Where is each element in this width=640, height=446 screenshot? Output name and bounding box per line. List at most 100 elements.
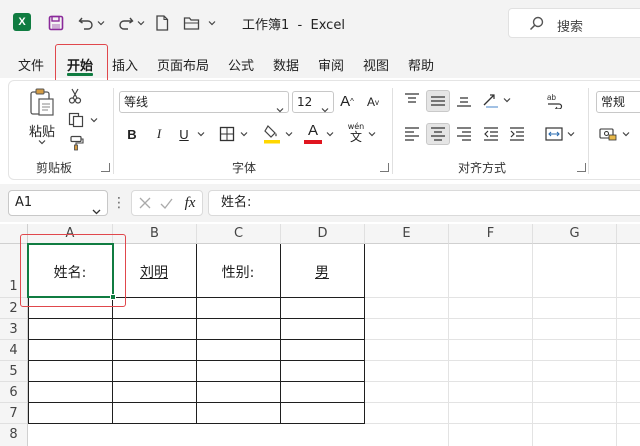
number-format-select[interactable]: 常规 [596, 91, 640, 113]
undo-dropdown-chevron-icon[interactable] [96, 12, 106, 34]
copy-chevron-icon[interactable] [89, 116, 99, 124]
tab-page-layout[interactable]: 页面布局 [157, 55, 209, 74]
table-border [28, 381, 365, 382]
table-border [364, 244, 365, 424]
column-header-e[interactable]: E [365, 224, 449, 244]
tab-view[interactable]: 视图 [363, 55, 389, 74]
merge-center-icon[interactable] [543, 124, 565, 144]
borders-icon[interactable] [217, 124, 237, 144]
open-folder-icon[interactable] [182, 12, 202, 34]
column-header-f[interactable]: F [449, 224, 533, 244]
wrap-text-icon[interactable]: ab [545, 89, 565, 111]
gridline [532, 244, 533, 446]
name-box-value: A1 [15, 195, 33, 210]
font-color-button[interactable]: A [303, 121, 323, 145]
orientation-icon[interactable] [481, 89, 501, 111]
formula-input[interactable]: 姓名: [208, 190, 640, 216]
customize-toolbar-chevron-icon[interactable] [205, 12, 219, 34]
ribbon-separator [113, 88, 114, 174]
window-title: 工作簿1 - Excel [242, 18, 345, 33]
insert-function-button[interactable]: fx [180, 194, 200, 212]
cell-b1[interactable]: 刘明 [112, 262, 196, 282]
tab-file[interactable]: 文件 [18, 55, 44, 74]
save-icon[interactable] [46, 12, 66, 34]
cancel-icon[interactable] [138, 196, 152, 210]
increase-indent-icon[interactable] [506, 124, 528, 144]
tab-review[interactable]: 审阅 [318, 55, 344, 74]
formula-bar-grip-icon: ⋮ [112, 195, 126, 211]
cell-d1[interactable]: 男 [280, 262, 364, 282]
table-border [28, 423, 365, 424]
copy-icon[interactable] [66, 111, 86, 129]
table-border [28, 318, 365, 319]
italic-button[interactable]: I [150, 124, 168, 144]
decrease-indent-icon[interactable] [480, 124, 502, 144]
font-color-chevron-icon[interactable] [325, 130, 335, 138]
fill-color-chevron-icon[interactable] [284, 130, 294, 138]
column-header-b[interactable]: B [113, 224, 197, 244]
fill-handle[interactable] [110, 294, 116, 300]
column-header-c[interactable]: C [197, 224, 281, 244]
chevron-down-icon [276, 99, 284, 119]
tab-help[interactable]: 帮助 [408, 55, 434, 74]
paste-button[interactable] [24, 86, 60, 120]
increase-font-size-button[interactable]: A ^ [338, 90, 356, 112]
fill-color-icon[interactable] [262, 122, 282, 146]
clipboard-launcher-icon[interactable] [101, 163, 110, 172]
tab-home[interactable]: 开始 [67, 55, 93, 74]
column-header-g[interactable]: G [533, 224, 617, 244]
underline-button[interactable]: U [175, 124, 193, 144]
clipboard-paste-icon [27, 87, 57, 120]
redo-dropdown-chevron-icon[interactable] [136, 12, 146, 34]
font-size-select[interactable]: 12 [292, 91, 334, 113]
select-all-corner[interactable] [0, 224, 28, 244]
phonetic-chevron-icon[interactable] [367, 130, 377, 138]
table-border [28, 360, 365, 361]
tab-formulas[interactable]: 公式 [228, 55, 254, 74]
row-header-3[interactable]: 3 [0, 319, 28, 340]
new-file-icon[interactable] [153, 12, 171, 34]
tab-data[interactable]: 数据 [273, 55, 299, 74]
number-format-value: 常规 [601, 95, 626, 109]
column-header-h[interactable] [617, 224, 640, 244]
format-painter-icon[interactable] [66, 134, 86, 152]
font-launcher-icon[interactable] [380, 163, 389, 172]
paste-chevron-icon[interactable] [36, 138, 48, 146]
underline-chevron-icon[interactable] [196, 130, 206, 138]
undo-icon[interactable] [76, 12, 96, 34]
bold-button[interactable]: B [123, 124, 141, 144]
accounting-chevron-icon[interactable] [621, 130, 631, 138]
row-header-2[interactable]: 2 [0, 298, 28, 319]
alignment-launcher-icon[interactable] [577, 163, 586, 172]
name-box[interactable]: A1 [8, 190, 108, 216]
enter-check-icon[interactable] [159, 196, 173, 210]
cut-scissors-icon[interactable] [66, 87, 84, 105]
align-left-icon[interactable] [401, 124, 423, 144]
bottom-align-icon[interactable] [453, 90, 475, 110]
row-header-4[interactable]: 4 [0, 340, 28, 361]
accounting-format-icon[interactable] [598, 124, 618, 144]
formula-content: 姓名: [221, 195, 252, 210]
column-header-a[interactable]: A [28, 224, 113, 244]
orientation-chevron-icon[interactable] [502, 96, 512, 104]
merge-chevron-icon[interactable] [566, 130, 576, 138]
cell-c1[interactable]: 性别: [196, 262, 280, 282]
middle-align-icon[interactable] [426, 90, 450, 112]
borders-chevron-icon[interactable] [239, 130, 249, 138]
font-name-select[interactable]: 等线 [119, 91, 289, 113]
redo-icon[interactable] [116, 12, 136, 34]
row-header-5[interactable]: 5 [0, 361, 28, 382]
row-header-1[interactable]: 1 [0, 244, 28, 298]
align-right-icon[interactable] [453, 124, 475, 144]
tab-insert[interactable]: 插入 [112, 55, 138, 74]
row-header-6[interactable]: 6 [0, 382, 28, 403]
search-icon [529, 16, 544, 34]
phonetic-guide-button[interactable]: wén 文 [345, 121, 367, 145]
decrease-font-size-button[interactable]: Av [364, 92, 382, 112]
top-align-icon[interactable] [401, 90, 423, 110]
search-box[interactable]: 搜索 [508, 8, 640, 38]
column-header-d[interactable]: D [281, 224, 365, 244]
row-header-7[interactable]: 7 [0, 403, 28, 424]
row-header-8[interactable]: 8 [0, 424, 28, 446]
align-center-icon[interactable] [426, 123, 450, 145]
